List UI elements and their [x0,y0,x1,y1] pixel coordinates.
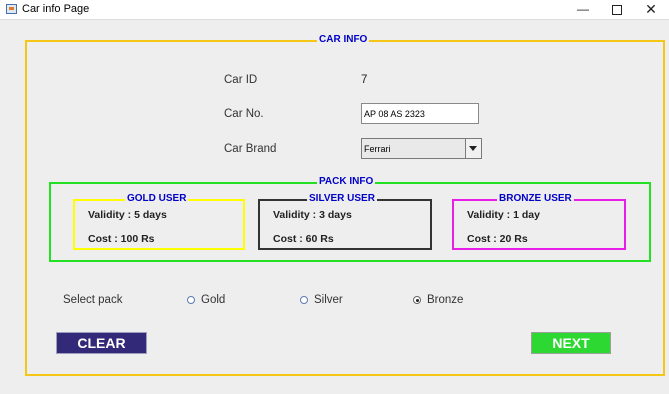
maximize-icon [612,4,622,15]
radio-gold-label: Gold [201,294,226,306]
radio-silver-label: Silver [314,294,343,306]
bronze-validity: Validity : 1 day [467,209,540,221]
gold-validity: Validity : 5 days [88,209,167,221]
bronze-user-pack: BRONZE USER Validity : 1 day Cost : 20 R… [452,193,626,250]
silver-cost: Cost : 60 Rs [273,233,334,245]
title-bar: Car info Page — ✕ [0,0,669,20]
silver-user-title: SILVER USER [307,193,377,204]
car-id-label: Car ID [224,74,258,86]
silver-validity: Validity : 3 days [273,209,352,221]
gold-user-pack: GOLD USER Validity : 5 days Cost : 100 R… [73,193,245,250]
window-title: Car info Page [22,3,90,15]
chevron-down-icon[interactable] [465,139,481,158]
radio-bronze-label: Bronze [427,294,464,306]
clear-button[interactable]: CLEAR [56,332,147,354]
silver-user-pack: SILVER USER Validity : 3 days Cost : 60 … [258,193,432,250]
close-button[interactable]: ✕ [636,0,666,19]
select-pack-label: Select pack [63,294,123,306]
radio-silver-indicator[interactable] [300,296,308,304]
gold-user-title: GOLD USER [125,193,189,204]
car-no-field[interactable]: AP 08 AS 2323 [361,103,479,124]
car-brand-selected: Ferrari [364,144,391,154]
car-brand-label: Car Brand [224,143,277,155]
car-info-title: CAR INFO [317,34,370,45]
car-id-value: 7 [361,74,368,86]
maximize-button[interactable] [602,0,632,19]
radio-bronze-indicator[interactable] [413,296,421,304]
bronze-user-title: BRONZE USER [497,193,574,204]
next-button[interactable]: NEXT [531,332,611,354]
pack-info-title: PACK INFO [317,176,376,187]
java-app-icon [6,4,17,14]
car-brand-dropdown[interactable]: Ferrari [361,138,482,159]
minimize-button[interactable]: — [568,0,598,19]
bronze-cost: Cost : 20 Rs [467,233,528,245]
radio-gold-indicator[interactable] [187,296,195,304]
car-no-label: Car No. [224,108,264,120]
gold-cost: Cost : 100 Rs [88,233,155,245]
